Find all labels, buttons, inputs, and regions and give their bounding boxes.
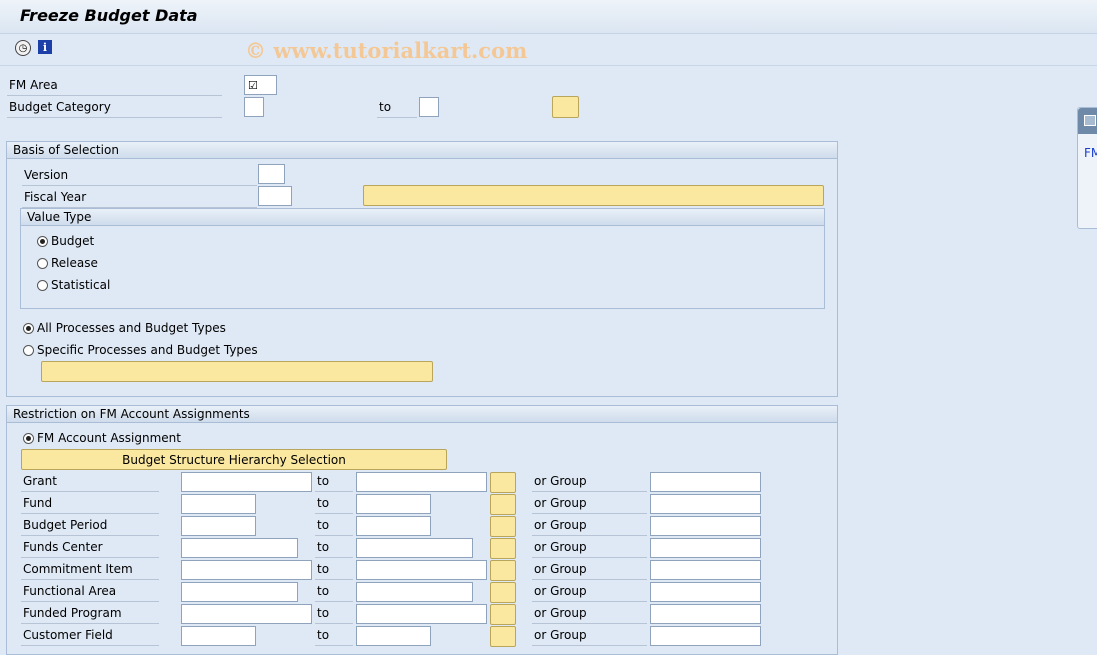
basis-of-selection-group: Basis of Selection Version Fiscal Year V… xyxy=(6,141,838,397)
grant-to-label: to xyxy=(315,472,353,492)
side-panel-link[interactable]: FM xyxy=(1084,146,1097,160)
radio-budget[interactable] xyxy=(37,236,48,247)
radio-specific-processes[interactable] xyxy=(23,345,34,356)
grant-to-input[interactable] xyxy=(356,472,487,492)
customer-field-to-label: to xyxy=(315,626,353,646)
fund-from-input[interactable] xyxy=(181,494,256,514)
grant-group-label: or Group xyxy=(532,472,647,492)
budget-period-to-input[interactable] xyxy=(356,516,431,536)
watermark: © www.tutorialkart.com xyxy=(245,38,528,63)
radio-specific-processes-label: Specific Processes and Budget Types xyxy=(37,343,258,357)
radio-all-processes[interactable] xyxy=(23,323,34,334)
fiscal-year-input[interactable] xyxy=(258,186,292,206)
grant-multiple-selection-button[interactable] xyxy=(490,472,516,493)
funds-center-to-label: to xyxy=(315,538,353,558)
commitment-item-multiple-selection-button[interactable] xyxy=(490,560,516,581)
version-label: Version xyxy=(22,166,257,186)
execute-icon[interactable]: ◷ xyxy=(15,40,31,56)
funded-program-to-input[interactable] xyxy=(356,604,487,624)
funds-center-to-input[interactable] xyxy=(356,538,473,558)
radio-budget-label: Budget xyxy=(51,234,95,248)
side-panel-header xyxy=(1078,108,1097,134)
customer-field-label: Customer Field xyxy=(21,626,159,646)
commitment-item-to-input[interactable] xyxy=(356,560,487,580)
fund-multiple-selection-button[interactable] xyxy=(490,494,516,515)
customer-field-group-input[interactable] xyxy=(650,626,761,646)
fund-label: Fund xyxy=(21,494,159,514)
panel-toggle-icon[interactable] xyxy=(1084,115,1096,126)
budget-period-label: Budget Period xyxy=(21,516,159,536)
radio-fm-account-assignment[interactable] xyxy=(23,433,34,444)
funded-program-from-input[interactable] xyxy=(181,604,312,624)
value-type-group: Value Type Budget Release Statistical xyxy=(20,208,825,309)
functional-area-from-input[interactable] xyxy=(181,582,298,602)
functional-area-group-input[interactable] xyxy=(650,582,761,602)
multiple-selection-button[interactable] xyxy=(552,96,579,118)
radio-statistical[interactable] xyxy=(37,280,48,291)
funded-program-group-input[interactable] xyxy=(650,604,761,624)
budget-category-to-input[interactable] xyxy=(419,97,439,117)
funded-program-to-label: to xyxy=(315,604,353,624)
budget-period-group-label: or Group xyxy=(532,516,647,536)
funded-program-group-label: or Group xyxy=(532,604,647,624)
restriction-header: Restriction on FM Account Assignments xyxy=(7,406,837,423)
fm-area-checkbox[interactable]: ☑ xyxy=(244,75,277,95)
commitment-item-label: Commitment Item xyxy=(21,560,159,580)
fund-group-label: or Group xyxy=(532,494,647,514)
budget-category-to-label: to xyxy=(377,98,417,118)
functional-area-label: Functional Area xyxy=(21,582,159,602)
fund-group-input[interactable] xyxy=(650,494,761,514)
fund-to-label: to xyxy=(315,494,353,514)
info-icon[interactable]: i xyxy=(38,40,52,54)
functional-area-to-input[interactable] xyxy=(356,582,473,602)
customer-field-group-label: or Group xyxy=(532,626,647,646)
page-title: Freeze Budget Data xyxy=(20,6,198,25)
funds-center-label: Funds Center xyxy=(21,538,159,558)
grant-from-input[interactable] xyxy=(181,472,312,492)
commitment-item-group-input[interactable] xyxy=(650,560,761,580)
commitment-item-from-input[interactable] xyxy=(181,560,312,580)
customer-field-from-input[interactable] xyxy=(181,626,256,646)
grant-label: Grant xyxy=(21,472,159,492)
funds-center-from-input[interactable] xyxy=(181,538,298,558)
funds-center-multiple-selection-button[interactable] xyxy=(490,538,516,559)
fiscal-year-info-field xyxy=(363,185,824,206)
funds-center-group-input[interactable] xyxy=(650,538,761,558)
radio-statistical-label: Statistical xyxy=(51,278,111,292)
funded-program-label: Funded Program xyxy=(21,604,159,624)
funds-center-group-label: or Group xyxy=(532,538,647,558)
functional-area-multiple-selection-button[interactable] xyxy=(490,582,516,603)
funded-program-multiple-selection-button[interactable] xyxy=(490,604,516,625)
version-input[interactable] xyxy=(258,164,285,184)
functional-area-to-label: to xyxy=(315,582,353,602)
fm-area-label: FM Area xyxy=(7,76,222,96)
functional-area-group-label: or Group xyxy=(532,582,647,602)
fund-to-input[interactable] xyxy=(356,494,431,514)
commitment-item-to-label: to xyxy=(315,560,353,580)
budget-period-multiple-selection-button[interactable] xyxy=(490,516,516,537)
basis-of-selection-header: Basis of Selection xyxy=(7,142,837,159)
budget-category-label: Budget Category xyxy=(7,98,222,118)
commitment-item-group-label: or Group xyxy=(532,560,647,580)
application-toolbar xyxy=(0,34,1097,66)
fiscal-year-label: Fiscal Year xyxy=(22,188,257,208)
customer-field-multiple-selection-button[interactable] xyxy=(490,626,516,647)
budget-period-to-label: to xyxy=(315,516,353,536)
grant-group-input[interactable] xyxy=(650,472,761,492)
budget-period-group-input[interactable] xyxy=(650,516,761,536)
budget-category-from-input[interactable] xyxy=(244,97,264,117)
radio-release-label: Release xyxy=(51,256,98,270)
radio-fm-account-assignment-label: FM Account Assignment xyxy=(37,431,181,445)
value-type-header: Value Type xyxy=(21,209,824,226)
radio-release[interactable] xyxy=(37,258,48,269)
radio-all-processes-label: All Processes and Budget Types xyxy=(37,321,226,335)
budget-structure-hierarchy-button[interactable]: Budget Structure Hierarchy Selection xyxy=(21,449,447,470)
budget-period-from-input[interactable] xyxy=(181,516,256,536)
specific-processes-button[interactable] xyxy=(41,361,433,382)
customer-field-to-input[interactable] xyxy=(356,626,431,646)
side-panel: FM xyxy=(1077,107,1097,229)
